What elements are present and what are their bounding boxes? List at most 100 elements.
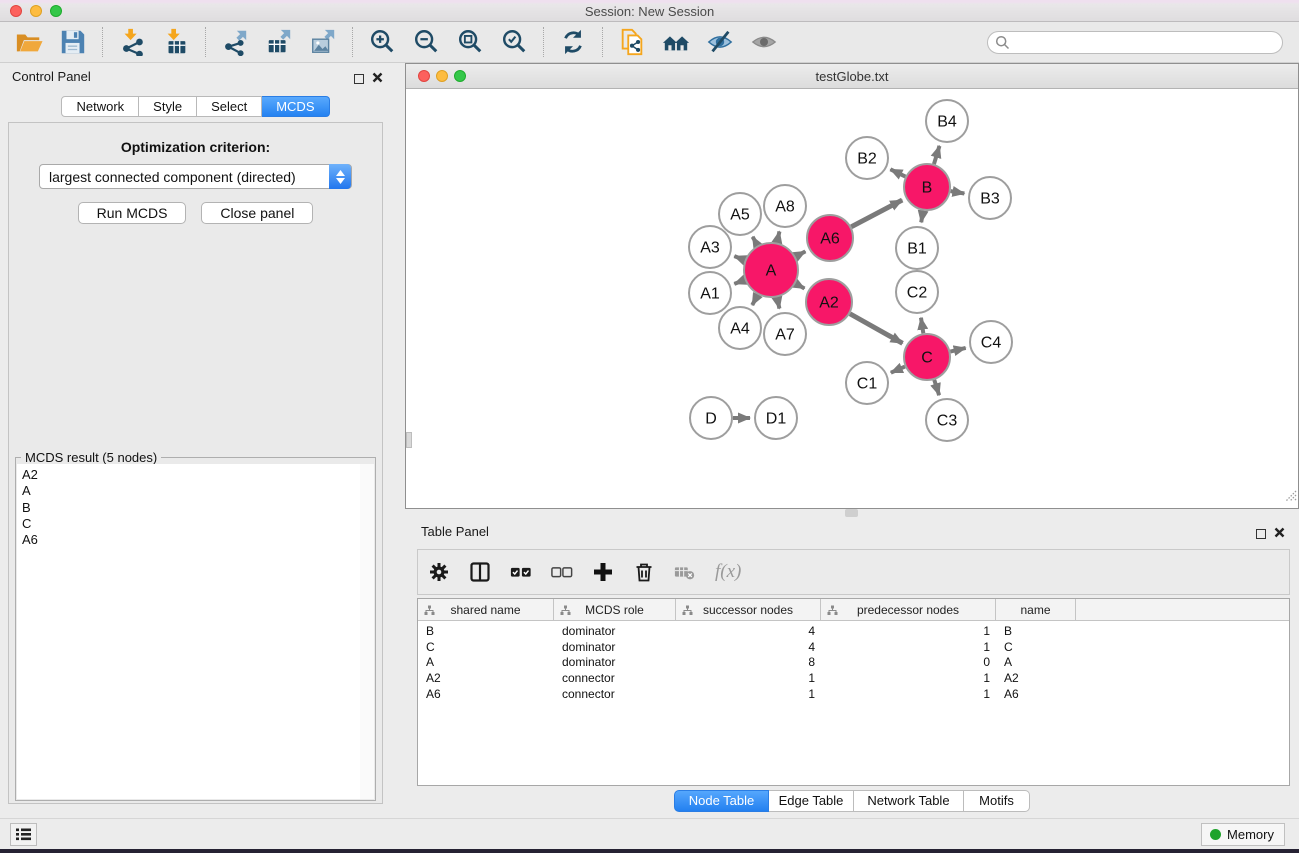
column-header-name[interactable]: name: [996, 599, 1076, 620]
graph-edge-a-a4[interactable]: [752, 295, 758, 305]
canvas-scrollbar-thumb[interactable]: [406, 432, 412, 448]
result-item-c[interactable]: C: [22, 516, 360, 532]
graph-edge-c-c3[interactable]: [934, 380, 939, 395]
window-title: Session: New Session: [0, 4, 1299, 19]
cell-shared-name: C: [418, 640, 554, 654]
graph-edge-b-b3[interactable]: [951, 191, 965, 193]
cell-mcds-role: connector: [554, 671, 676, 685]
graph-node-label-c: C: [921, 350, 933, 367]
table-row-a6[interactable]: A6connector11A6: [418, 686, 1289, 702]
network-canvas[interactable]: B4B2BB3A8A5A6B1A3AA1C2A2A4A7C4CC1C3DD1: [406, 89, 1298, 508]
table-row-a[interactable]: Adominator80A: [418, 655, 1289, 671]
graph-edge-a6-b[interactable]: [851, 200, 902, 227]
tab-style[interactable]: Style: [139, 96, 197, 117]
optimization-criterion-label: Optimization criterion:: [9, 139, 382, 155]
zoom-fit-icon[interactable]: [455, 27, 485, 57]
tab-motifs[interactable]: Motifs: [964, 790, 1030, 812]
settings-gear-icon[interactable]: [428, 561, 450, 583]
tab-network[interactable]: Network: [61, 96, 139, 117]
graph-edge-a-a6[interactable]: [796, 251, 806, 256]
result-item-a6[interactable]: A6: [22, 532, 360, 548]
tab-network-table[interactable]: Network Table: [854, 790, 964, 812]
export-network-icon[interactable]: [220, 27, 250, 57]
result-list-scrollbar[interactable]: [360, 464, 374, 799]
column-header-shared-name[interactable]: shared name: [418, 599, 554, 620]
add-column-icon[interactable]: [592, 561, 614, 583]
cell-predecessor-nodes: 1: [821, 671, 996, 685]
optimization-criterion-dropdown[interactable]: largest connected component (directed): [39, 164, 352, 189]
graph-edge-a-a7[interactable]: [777, 297, 779, 308]
refresh-icon[interactable]: [558, 27, 588, 57]
save-icon[interactable]: [58, 27, 88, 57]
hide-view-eye-slash-icon[interactable]: [705, 27, 735, 57]
tab-select[interactable]: Select: [197, 96, 262, 117]
control-panel-title: Control Panel: [12, 69, 91, 84]
tab-edge-table[interactable]: Edge Table: [769, 790, 854, 812]
graph-edge-b-b2[interactable]: [890, 169, 905, 176]
search-input[interactable]: [987, 31, 1283, 54]
resize-grip-icon[interactable]: [1283, 488, 1297, 507]
result-item-a2[interactable]: A2: [22, 467, 360, 483]
column-header-label: shared name: [418, 603, 553, 617]
delete-column-trash-icon[interactable]: [633, 561, 655, 583]
cell-mcds-role: dominator: [554, 655, 676, 669]
graph-node-label-a1: A1: [700, 286, 720, 303]
result-item-b[interactable]: B: [22, 500, 360, 516]
column-header-mcds-role[interactable]: MCDS role: [554, 599, 676, 620]
table-row-a2[interactable]: A2connector11A2: [418, 670, 1289, 686]
tab-mcds[interactable]: MCDS: [262, 96, 329, 117]
graph-node-label-a8: A8: [775, 199, 795, 216]
graph-node-label-a4: A4: [730, 321, 750, 338]
graph-edge-c-c2[interactable]: [921, 318, 923, 334]
graph-edge-a-a5[interactable]: [753, 237, 758, 246]
show-view-eye-icon[interactable]: [749, 27, 779, 57]
zoom-out-icon[interactable]: [411, 27, 441, 57]
table-toolbar: f(x): [417, 549, 1290, 595]
graph-edge-b-b4[interactable]: [934, 146, 939, 164]
graph-edge-a-a2[interactable]: [796, 284, 805, 289]
delete-table-icon[interactable]: [674, 561, 696, 583]
deselect-all-checkboxes-icon[interactable]: [551, 561, 573, 583]
graph-edge-b-b1[interactable]: [921, 211, 923, 223]
import-network-icon[interactable]: [117, 27, 147, 57]
float-panel-icon[interactable]: [354, 74, 364, 84]
table-row-b[interactable]: Bdominator41B: [418, 623, 1289, 639]
close-panel-button[interactable]: Close panel: [201, 202, 313, 224]
zoom-selected-icon[interactable]: [499, 27, 529, 57]
graph-edge-a-a1[interactable]: [734, 280, 744, 284]
graph-node-label-a: A: [766, 263, 777, 280]
graph-node-label-a7: A7: [775, 327, 795, 344]
memory-button[interactable]: Memory: [1201, 823, 1285, 846]
graph-edge-c-c4[interactable]: [950, 348, 965, 352]
import-table-icon[interactable]: [161, 27, 191, 57]
graph-edge-a-a8[interactable]: [777, 231, 779, 242]
float-table-panel-icon[interactable]: [1256, 529, 1266, 539]
column-browser-icon[interactable]: [469, 561, 491, 583]
tab-node-table[interactable]: Node Table: [674, 790, 769, 812]
splitter-handle[interactable]: [845, 509, 858, 517]
open-folder-icon[interactable]: [14, 27, 44, 57]
run-mcds-button[interactable]: Run MCDS: [78, 202, 187, 224]
graph-edge-c-c1[interactable]: [891, 367, 905, 373]
function-builder-icon[interactable]: f(x): [715, 561, 741, 583]
task-history-button[interactable]: [10, 823, 37, 846]
mcds-panel: Optimization criterion: largest connecte…: [8, 122, 383, 804]
network-window-titlebar[interactable]: testGlobe.txt: [406, 64, 1298, 89]
table-panel-title: Table Panel: [421, 524, 489, 539]
home-icon[interactable]: [661, 27, 691, 57]
export-image-icon[interactable]: [308, 27, 338, 57]
table-row-c[interactable]: Cdominator41C: [418, 639, 1289, 655]
duplicate-network-icon[interactable]: [617, 27, 647, 57]
export-table-icon[interactable]: [264, 27, 294, 57]
select-all-checkboxes-icon[interactable]: [510, 561, 532, 583]
column-header-predecessor-nodes[interactable]: predecessor nodes: [821, 599, 996, 620]
zoom-in-icon[interactable]: [367, 27, 397, 57]
close-panel-icon[interactable]: [372, 70, 383, 88]
graph-edge-a-a3[interactable]: [734, 256, 744, 260]
result-item-a[interactable]: A: [22, 483, 360, 499]
control-panel-tabs: NetworkStyleSelectMCDS: [0, 96, 391, 117]
node-table: shared nameMCDS rolesuccessor nodesprede…: [417, 598, 1290, 786]
graph-edge-a2-c[interactable]: [850, 314, 903, 344]
close-table-panel-icon[interactable]: [1274, 525, 1285, 543]
column-header-successor-nodes[interactable]: successor nodes: [676, 599, 821, 620]
